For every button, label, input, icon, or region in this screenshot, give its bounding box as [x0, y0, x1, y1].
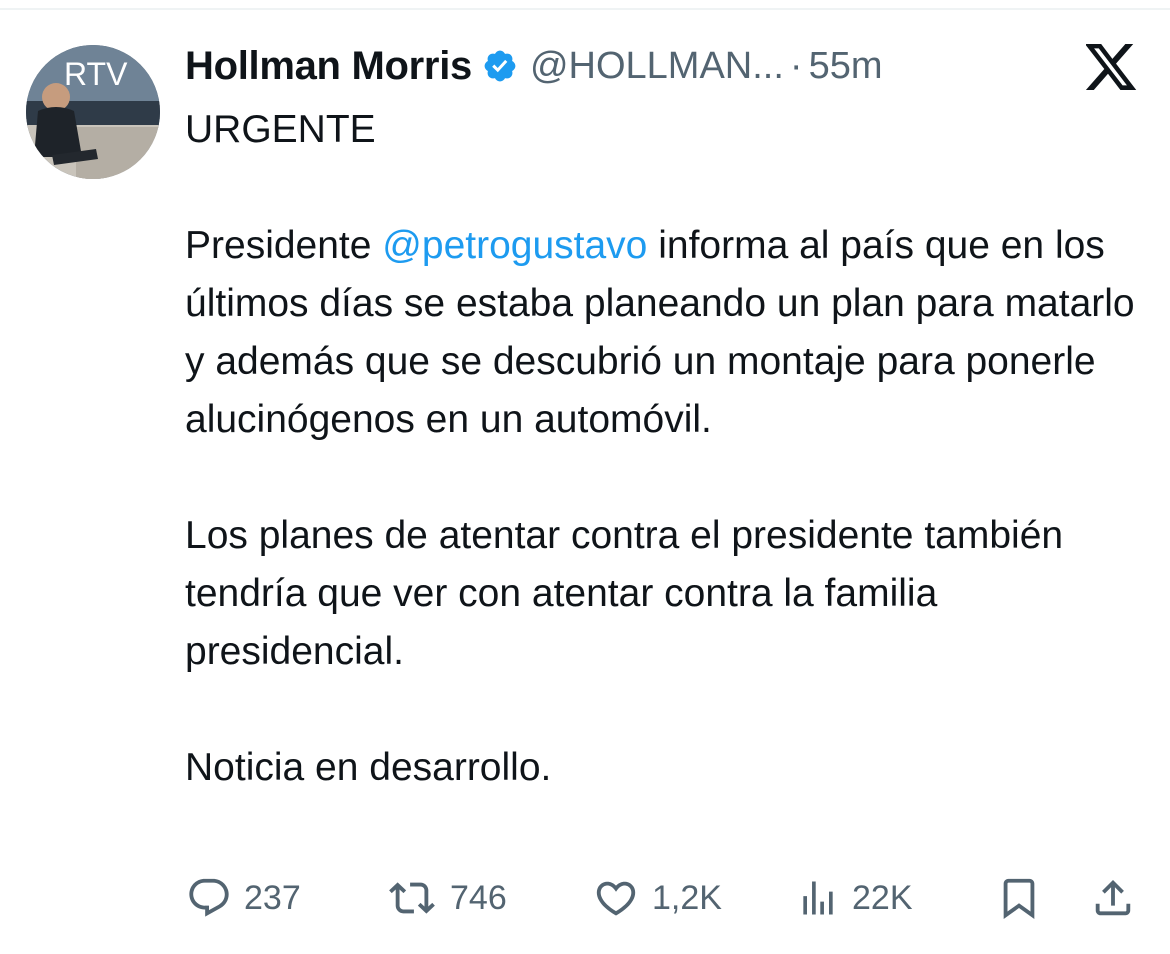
repost-icon	[389, 882, 435, 914]
views-count: 22K	[852, 878, 913, 917]
header-separator: ·	[789, 44, 803, 87]
tweet-body: URGENTE Presidente @petrogustavo informa …	[185, 101, 1145, 797]
bookmark-icon	[1003, 878, 1035, 919]
reply-icon	[189, 878, 229, 917]
avatar-photo: RTV	[26, 45, 160, 179]
reply-button[interactable]: 237	[186, 866, 301, 930]
share-icon	[1095, 879, 1131, 916]
avatar[interactable]: RTV	[26, 45, 160, 179]
like-count: 1,2K	[652, 878, 722, 917]
bookmark-button[interactable]	[996, 866, 1042, 930]
tweet-text-segment: Presidente	[185, 224, 383, 267]
tweet-paragraph-3: Los planes de atentar contra el presiden…	[185, 514, 1074, 673]
views-button[interactable]: 22K	[796, 866, 913, 930]
mention-link[interactable]: @petrogustavo	[382, 224, 647, 267]
share-button[interactable]	[1090, 866, 1136, 930]
tweet-paragraph-2: Presidente @petrogustavo informa al país…	[185, 217, 1145, 449]
verified-badge-icon[interactable]	[482, 48, 518, 84]
repost-count: 746	[450, 878, 507, 917]
top-divider	[0, 8, 1170, 10]
avatar-logo-text: RTV	[64, 56, 128, 92]
views-icon	[803, 881, 833, 915]
x-logo-icon	[1084, 44, 1138, 90]
tweet-paragraph-4: Noticia en desarrollo.	[185, 746, 552, 789]
tweet-timestamp[interactable]: 55m	[809, 45, 883, 88]
heart-icon	[596, 881, 636, 916]
repost-button[interactable]: 746	[386, 866, 507, 930]
like-button[interactable]: 1,2K	[592, 866, 722, 930]
tweet-paragraph-1: URGENTE	[185, 108, 376, 151]
author-handle[interactable]: @HOLLMAN...	[530, 45, 784, 88]
tweet-header: Hollman Morris @HOLLMAN... · 55m	[185, 40, 883, 92]
author-display-name[interactable]: Hollman Morris	[185, 44, 472, 89]
reply-count: 237	[244, 878, 301, 917]
tweet-actions-bar: 237 746 1,2K 22K	[0, 866, 1170, 930]
